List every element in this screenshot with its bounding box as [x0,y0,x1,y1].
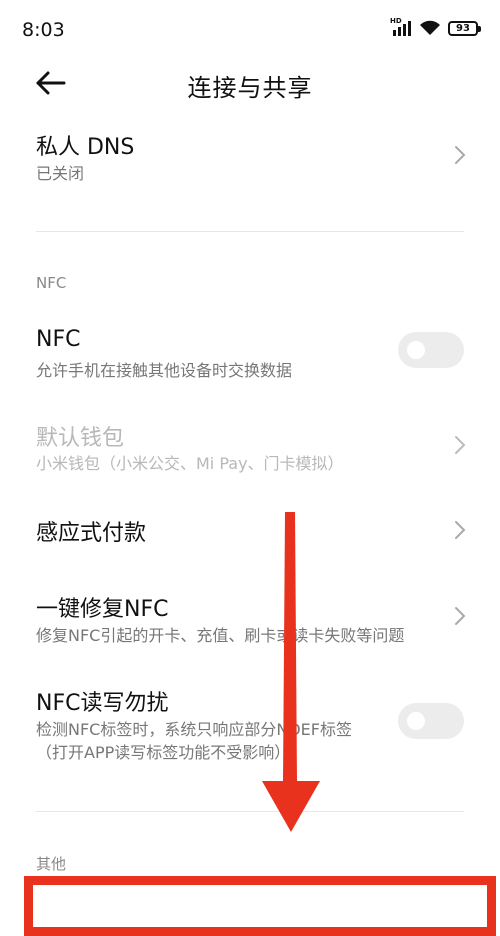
private-dns-row[interactable]: 私人 DNS 已关闭 [0,125,500,195]
sensing-payment-row[interactable]: 感应式付款 [0,510,500,550]
chevron-right-icon [455,521,466,539]
annotation-highlight-box [24,876,496,936]
signal-icon: HD [390,17,412,36]
divider [36,231,464,232]
status-time: 8:03 [22,19,65,41]
private-dns-title: 私人 DNS [36,135,135,160]
wifi-icon [419,20,441,36]
nfc-row[interactable]: NFC 允许手机在接触其他设备时交换数据 [0,322,500,382]
nfc-toggle[interactable] [398,332,464,368]
default-wallet-row[interactable]: 默认钱包 小米钱包（小米公交、Mi Pay、门卡模拟） [0,417,500,477]
nfc-dnd-toggle[interactable] [398,703,464,739]
divider [36,811,464,812]
fix-nfc-row[interactable]: 一键修复NFC 修复NFC引起的开卡、充值、刷卡或读卡失败等问题 [0,588,500,648]
sensing-payment-title: 感应式付款 [36,521,147,546]
toggle-knob [407,712,425,730]
status-icons: HD 93 [390,17,481,36]
nfc-description: 允许手机在接触其他设备时交换数据 [36,361,293,380]
fix-nfc-description: 修复NFC引起的开卡、充值、刷卡或读卡失败等问题 [36,626,405,645]
header: 连接与共享 [0,58,500,108]
nfc-dnd-title: NFC读写勿扰 [36,691,169,716]
chevron-right-icon [455,146,466,164]
private-dns-status: 已关闭 [36,164,85,183]
fix-nfc-title: 一键修复NFC [36,597,169,622]
default-wallet-title: 默认钱包 [36,426,125,451]
toggle-knob [407,341,425,359]
section-label-other: 其他 [36,855,67,873]
nfc-title: NFC [36,327,81,352]
page-title: 连接与共享 [187,74,313,102]
annotation-arrow-head [262,781,320,832]
nfc-dnd-row[interactable]: NFC读写勿扰 检测NFC标签时，系统只响应部分NDEF标签 （打开APP读写标… [0,682,500,772]
nfc-dnd-description-line1: 检测NFC标签时，系统只响应部分NDEF标签 [36,720,352,739]
nfc-dnd-description-line2: （打开APP读写标签功能不受影响） [36,743,291,762]
battery-indicator: 93 [448,20,481,36]
chevron-right-icon [455,436,466,454]
default-wallet-subtitle: 小米钱包（小米公交、Mi Pay、门卡模拟） [36,454,344,473]
status-bar: 8:03 HD 93 [0,0,500,58]
chevron-right-icon [455,607,466,625]
section-label-nfc: NFC [36,274,67,292]
